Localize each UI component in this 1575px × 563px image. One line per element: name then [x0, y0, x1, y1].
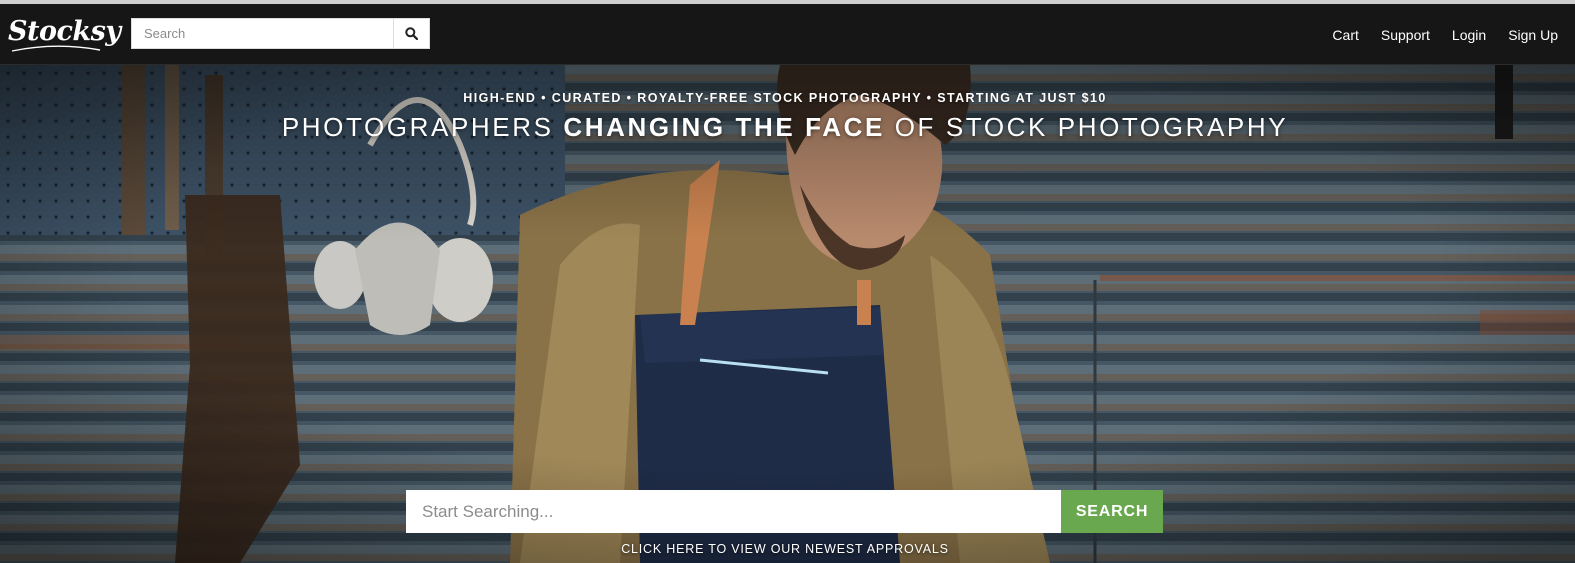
sign-up-link[interactable]: Sign Up: [1508, 27, 1558, 43]
header-search-button[interactable]: [393, 19, 429, 48]
hero-search-form: SEARCH: [406, 490, 1163, 533]
hero-search-input[interactable]: [406, 490, 1061, 533]
top-navigation-bar: Stocksy Cart Support Login Sign Up: [0, 4, 1575, 65]
newest-approvals-link[interactable]: CLICK HERE TO VIEW OUR NEWEST APPROVALS: [0, 542, 1570, 556]
hero-headline: PHOTOGRAPHERS CHANGING THE FACE OF STOCK…: [0, 112, 1570, 142]
hero-tagline: HIGH-END • CURATED • ROYALTY-FREE STOCK …: [463, 91, 1107, 105]
cart-link[interactable]: Cart: [1332, 27, 1358, 43]
hero-search-button[interactable]: SEARCH: [1061, 490, 1163, 533]
header-search-box: [131, 18, 430, 49]
header-search-input[interactable]: [132, 19, 392, 48]
headline-part-1: PHOTOGRAPHERS: [281, 112, 564, 142]
header-links: Cart Support Login Sign Up: [1332, 4, 1558, 65]
support-link[interactable]: Support: [1381, 27, 1430, 43]
search-icon: [405, 27, 418, 40]
headline-emphasis: CHANGING THE FACE: [563, 112, 885, 142]
headline-part-2: OF STOCK PHOTOGRAPHY: [884, 112, 1289, 142]
logo-text: Stocksy: [8, 16, 121, 47]
login-link[interactable]: Login: [1452, 27, 1486, 43]
logo-swash-icon: [11, 45, 101, 52]
stocksy-logo[interactable]: Stocksy: [8, 16, 121, 52]
